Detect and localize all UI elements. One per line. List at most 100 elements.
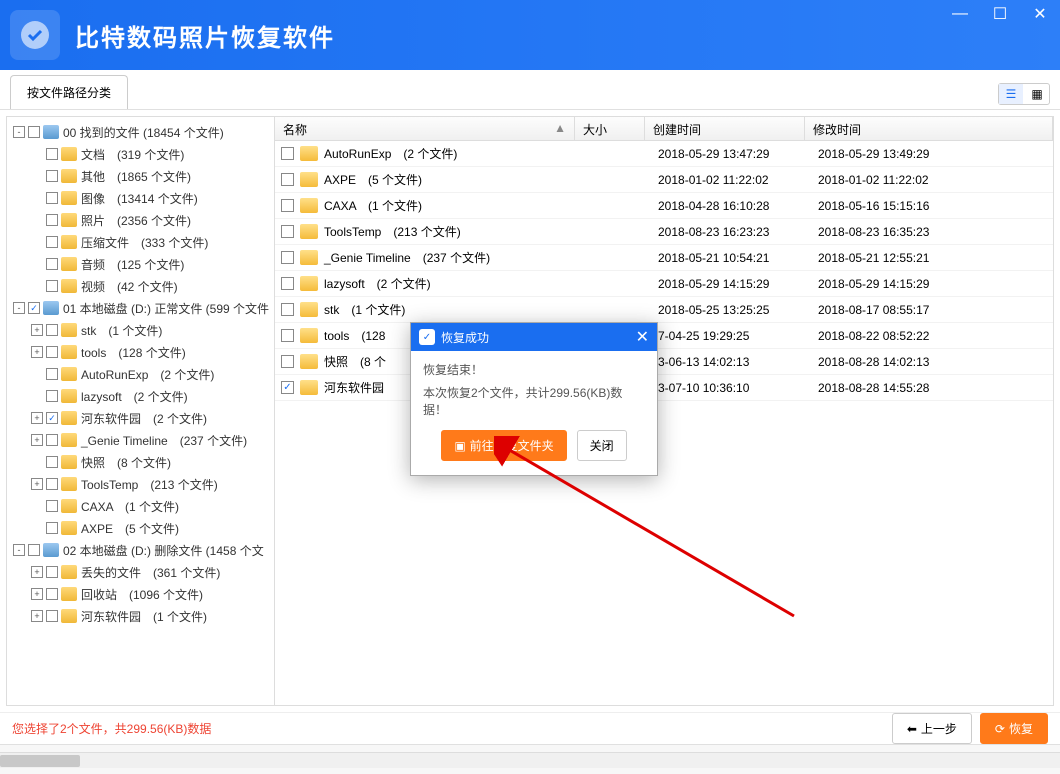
tree-node[interactable]: +河东软件园 (1 个文件)	[9, 605, 272, 627]
expander-icon[interactable]: +	[31, 588, 43, 600]
tree-node[interactable]: 音频 (125 个文件)	[9, 253, 272, 275]
expander-icon[interactable]: -	[13, 126, 25, 138]
expander-icon[interactable]: +	[31, 610, 43, 622]
close-button[interactable]: ✕	[1020, 0, 1060, 28]
tree-checkbox[interactable]	[46, 346, 58, 358]
file-row[interactable]: _Genie Timeline (237 个文件)2018-05-21 10:5…	[275, 245, 1053, 271]
col-ctime[interactable]: 创建时间	[645, 117, 805, 140]
tree-node[interactable]: +丢失的文件 (361 个文件)	[9, 561, 272, 583]
file-checkbox[interactable]	[281, 147, 294, 160]
tree-node[interactable]: 快照 (8 个文件)	[9, 451, 272, 473]
file-row[interactable]: AutoRunExp (2 个文件)2018-05-29 13:47:29201…	[275, 141, 1053, 167]
tree-node[interactable]: 压缩文件 (333 个文件)	[9, 231, 272, 253]
tree-checkbox[interactable]	[46, 566, 58, 578]
tree-node[interactable]: 文档 (319 个文件)	[9, 143, 272, 165]
expander-icon[interactable]: +	[31, 346, 43, 358]
file-ctime: 2018-01-02 11:22:02	[658, 173, 818, 187]
list-view-button[interactable]: ☰	[999, 84, 1023, 104]
tree-checkbox[interactable]	[28, 126, 40, 138]
file-checkbox[interactable]	[281, 355, 294, 368]
tree-checkbox[interactable]	[28, 544, 40, 556]
tree-node[interactable]: AutoRunExp (2 个文件)	[9, 363, 272, 385]
minimize-button[interactable]: —	[940, 0, 980, 28]
goto-folder-button[interactable]: ▣前往恢复文件夹	[441, 430, 566, 461]
tree-checkbox[interactable]	[46, 192, 58, 204]
expander-icon[interactable]: +	[31, 566, 43, 578]
tree-checkbox[interactable]	[46, 148, 58, 160]
dialog-close-btn[interactable]: 关闭	[577, 430, 627, 461]
file-row[interactable]: ToolsTemp (213 个文件)2018-08-23 16:23:2320…	[275, 219, 1053, 245]
tree-node[interactable]: -01 本地磁盘 (D:) 正常文件 (599 个文件	[9, 297, 272, 319]
tree-node[interactable]: -02 本地磁盘 (D:) 删除文件 (1458 个文	[9, 539, 272, 561]
col-mtime[interactable]: 修改时间	[805, 117, 1053, 140]
tree-node[interactable]: 视频 (42 个文件)	[9, 275, 272, 297]
tree-node[interactable]: +回收站 (1096 个文件)	[9, 583, 272, 605]
tree-checkbox[interactable]	[28, 302, 40, 314]
file-checkbox[interactable]	[281, 251, 294, 264]
tree-panel[interactable]: -00 找到的文件 (18454 个文件)文档 (319 个文件)其他 (186…	[7, 117, 275, 705]
tree-node[interactable]: +_Genie Timeline (237 个文件)	[9, 429, 272, 451]
tree-node[interactable]: +ToolsTemp (213 个文件)	[9, 473, 272, 495]
tab-by-path[interactable]: 按文件路径分类	[10, 75, 128, 109]
tree-node[interactable]: AXPE (5 个文件)	[9, 517, 272, 539]
tree-checkbox[interactable]	[46, 522, 58, 534]
tree-checkbox[interactable]	[46, 456, 58, 468]
file-checkbox[interactable]	[281, 381, 294, 394]
tree-node[interactable]: +tools (128 个文件)	[9, 341, 272, 363]
tree-checkbox[interactable]	[46, 610, 58, 622]
expander-icon[interactable]: -	[13, 302, 25, 314]
file-row[interactable]: tools (1287-04-25 19:29:252018-08-22 08:…	[275, 323, 1053, 349]
tree-node[interactable]: -00 找到的文件 (18454 个文件)	[9, 121, 272, 143]
file-row[interactable]: 快照 (8 个3-06-13 14:02:132018-08-28 14:02:…	[275, 349, 1053, 375]
tree-checkbox[interactable]	[46, 588, 58, 600]
expander-icon[interactable]: +	[31, 412, 43, 424]
tree-checkbox[interactable]	[46, 214, 58, 226]
file-checkbox[interactable]	[281, 329, 294, 342]
tree-label: 照片 (2356 个文件)	[81, 212, 191, 229]
file-row[interactable]: stk (1 个文件)2018-05-25 13:25:252018-08-17…	[275, 297, 1053, 323]
col-name[interactable]: 名称▲	[275, 117, 575, 140]
file-row[interactable]: CAXA (1 个文件)2018-04-28 16:10:282018-05-1…	[275, 193, 1053, 219]
tree-checkbox[interactable]	[46, 412, 58, 424]
file-checkbox[interactable]	[281, 173, 294, 186]
tree-node[interactable]: 图像 (13414 个文件)	[9, 187, 272, 209]
expander-icon[interactable]: +	[31, 478, 43, 490]
folder-icon	[300, 328, 318, 343]
file-checkbox[interactable]	[281, 277, 294, 290]
expander-icon[interactable]: +	[31, 434, 43, 446]
app-title: 比特数码照片恢复软件	[75, 18, 335, 53]
tree-checkbox[interactable]	[46, 258, 58, 270]
tree-checkbox[interactable]	[46, 170, 58, 182]
tree-label: 音频 (125 个文件)	[81, 256, 184, 273]
maximize-button[interactable]: ☐	[980, 0, 1020, 28]
tree-checkbox[interactable]	[46, 280, 58, 292]
tree-node[interactable]: 其他 (1865 个文件)	[9, 165, 272, 187]
tree-checkbox[interactable]	[46, 368, 58, 380]
file-checkbox[interactable]	[281, 303, 294, 316]
col-size[interactable]: 大小	[575, 117, 645, 140]
tree-node[interactable]: 照片 (2356 个文件)	[9, 209, 272, 231]
tree-checkbox[interactable]	[46, 390, 58, 402]
tree-checkbox[interactable]	[46, 324, 58, 336]
file-row[interactable]: AXPE (5 个文件)2018-01-02 11:22:022018-01-0…	[275, 167, 1053, 193]
dialog-close-button[interactable]: ✕	[636, 327, 649, 347]
tree-node[interactable]: +河东软件园 (2 个文件)	[9, 407, 272, 429]
tree-node[interactable]: CAXA (1 个文件)	[9, 495, 272, 517]
file-checkbox[interactable]	[281, 225, 294, 238]
prev-button[interactable]: ⬅上一步	[892, 713, 972, 744]
grid-view-button[interactable]: ▦	[1025, 84, 1049, 104]
file-row[interactable]: 河东软件园3-07-10 10:36:102018-08-28 14:55:28	[275, 375, 1053, 401]
file-row[interactable]: lazysoft (2 个文件)2018-05-29 14:15:292018-…	[275, 271, 1053, 297]
tree-node[interactable]: +stk (1 个文件)	[9, 319, 272, 341]
expander-icon[interactable]: +	[31, 324, 43, 336]
folder-icon	[61, 587, 77, 601]
tree-checkbox[interactable]	[46, 236, 58, 248]
tree-node[interactable]: lazysoft (2 个文件)	[9, 385, 272, 407]
file-list[interactable]: AutoRunExp (2 个文件)2018-05-29 13:47:29201…	[275, 141, 1053, 705]
tree-checkbox[interactable]	[46, 434, 58, 446]
tree-checkbox[interactable]	[46, 478, 58, 490]
recover-button[interactable]: ⟳恢复	[980, 713, 1048, 744]
file-checkbox[interactable]	[281, 199, 294, 212]
expander-icon[interactable]: -	[13, 544, 25, 556]
tree-checkbox[interactable]	[46, 500, 58, 512]
